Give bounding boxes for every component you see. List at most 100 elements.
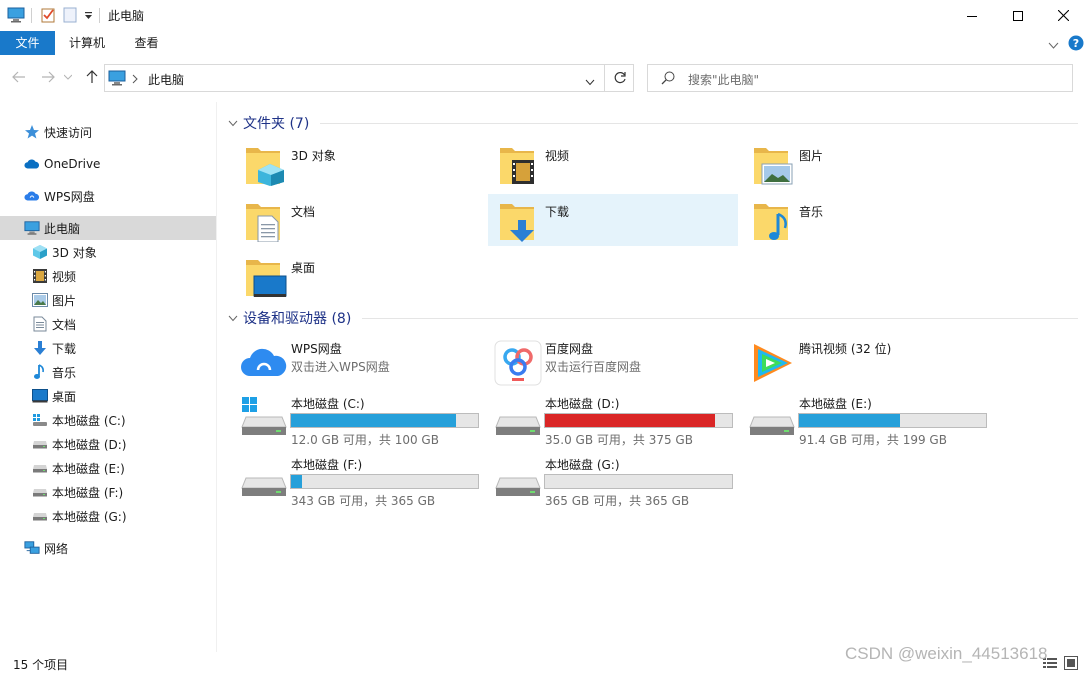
svg-text:?: ? (1073, 37, 1079, 50)
folder-item[interactable]: 音乐 (742, 194, 992, 246)
drive-free-space: 91.4 GB 可用，共 199 GB (799, 433, 947, 447)
folders-group-header[interactable]: 文件夹 (7) (228, 113, 309, 133)
drive-name: 本地磁盘 (E:) (799, 397, 872, 411)
up-button[interactable] (82, 67, 102, 87)
cube-icon (32, 244, 48, 260)
tab-computer[interactable]: 计算机 (55, 31, 119, 55)
recent-locations-button[interactable] (62, 67, 74, 87)
folder-item[interactable]: 图片 (742, 138, 992, 190)
window-title: 此电脑 (108, 9, 145, 23)
breadcrumb[interactable]: 此电脑 (148, 71, 184, 88)
network-icon (24, 540, 40, 556)
devices-group-title: 设备和驱动器 (8) (243, 311, 352, 327)
tencent-video-icon (748, 340, 796, 386)
sidebar-item[interactable]: 桌面 (0, 384, 216, 408)
app-subtitle: 双击进入WPS网盘 (291, 360, 390, 374)
breadcrumb-chevron-icon[interactable] (132, 73, 138, 87)
close-button[interactable] (1041, 0, 1085, 31)
group-divider (362, 318, 1078, 319)
sidebar-item-label: 快速访问 (44, 125, 93, 140)
customize-toolbar-icon[interactable] (84, 10, 93, 24)
sidebar-item[interactable]: OneDrive (0, 152, 216, 176)
sidebar-item-label: 本地磁盘 (C:) (52, 413, 126, 428)
back-button[interactable] (9, 67, 29, 87)
sidebar-item[interactable]: 此电脑 (0, 216, 216, 240)
sidebar-item[interactable]: 3D 对象 (0, 240, 216, 264)
search-input[interactable]: 搜索"此电脑" (688, 71, 759, 88)
expand-ribbon-icon[interactable] (1048, 39, 1059, 53)
folder-item[interactable]: 3D 对象 (234, 138, 484, 190)
sidebar-item[interactable]: 视频 (0, 264, 216, 288)
folder-name: 图片 (799, 149, 824, 163)
sidebar-item[interactable]: 文档 (0, 312, 216, 336)
refresh-icon[interactable] (613, 71, 627, 88)
folder-item[interactable]: 视频 (488, 138, 738, 190)
drive-icon (494, 395, 542, 441)
folder-item[interactable]: 下载 (488, 194, 738, 246)
tab-view[interactable]: 查看 (119, 31, 174, 55)
wps-cloud-icon (24, 188, 40, 204)
music-folder-icon (752, 200, 796, 242)
sidebar-item[interactable]: 下载 (0, 336, 216, 360)
minimize-button[interactable] (949, 0, 995, 31)
app-shortcut[interactable]: 百度网盘 双击运行百度网盘 (494, 336, 744, 392)
sidebar-item-label: 文档 (52, 317, 77, 332)
sidebar-item[interactable]: 本地磁盘 (D:) (0, 432, 216, 456)
drive-usage-fill (291, 475, 303, 488)
collapse-chevron-icon[interactable] (228, 120, 240, 127)
sidebar-item[interactable]: 图片 (0, 288, 216, 312)
sidebar-item[interactable]: 本地磁盘 (G:) (0, 504, 216, 528)
sidebar-item-label: 此电脑 (44, 221, 81, 236)
drive-item[interactable]: 本地磁盘 (D:) 35.0 GB 可用，共 375 GB (494, 391, 744, 447)
sidebar-item[interactable]: 网络 (0, 536, 216, 560)
toolbar-separator (31, 8, 32, 23)
collapse-chevron-icon[interactable] (228, 315, 240, 322)
document-folder-icon (244, 200, 288, 243)
search-box[interactable]: 搜索"此电脑" (647, 64, 1073, 92)
title-bar: 此电脑 (0, 0, 1085, 31)
folder-item[interactable]: 桌面 (234, 250, 484, 302)
drive-usage-fill (545, 414, 715, 427)
navigation-pane: 快速访问 OneDrive WPS网盘此电脑 3D 对象 视频 图片文档下载 音乐 桌面本地磁… (0, 102, 217, 652)
forward-button[interactable] (38, 67, 58, 87)
windows-drive-icon (32, 412, 48, 428)
drive-usage-bar (544, 413, 733, 428)
sidebar-item-label: 本地磁盘 (D:) (52, 437, 127, 452)
baidu-netdisk-icon (494, 340, 542, 386)
devices-group-header[interactable]: 设备和驱动器 (8) (228, 308, 351, 328)
sidebar-item[interactable]: WPS网盘 (0, 184, 216, 208)
maximize-button[interactable] (995, 0, 1041, 31)
properties-icon[interactable] (40, 7, 56, 26)
sidebar-item-label: 本地磁盘 (F:) (52, 485, 124, 500)
help-icon[interactable]: ? (1068, 35, 1084, 54)
desktop-folder-icon (244, 256, 288, 298)
large-icons-view-icon[interactable] (1064, 656, 1078, 673)
cloud-icon (24, 156, 40, 172)
sidebar-item-label: WPS网盘 (44, 189, 95, 204)
new-folder-icon[interactable] (62, 7, 78, 26)
download-folder-icon (498, 200, 542, 242)
app-shortcut[interactable]: WPS网盘 双击进入WPS网盘 (240, 336, 490, 392)
drive-item[interactable]: 本地磁盘 (C:) 12.0 GB 可用，共 100 GB (240, 391, 490, 447)
folder-item[interactable]: 文档 (234, 194, 484, 246)
drive-item[interactable]: 本地磁盘 (G:) 365 GB 可用，共 365 GB (494, 452, 744, 508)
drive-name: 本地磁盘 (F:) (291, 458, 363, 472)
sidebar-item[interactable]: 本地磁盘 (E:) (0, 456, 216, 480)
folder-name: 下载 (545, 205, 570, 219)
tab-file[interactable]: 文件 (0, 31, 55, 55)
sidebar-item[interactable]: 本地磁盘 (C:) (0, 408, 216, 432)
sidebar-item[interactable]: 快速访问 (0, 120, 216, 144)
watermark: CSDN @weixin_44513618 (845, 644, 1048, 663)
download-icon (32, 340, 48, 356)
app-shortcut[interactable]: 腾讯视频 (32 位) (748, 336, 998, 392)
address-dropdown-icon[interactable] (585, 75, 595, 89)
sidebar-item[interactable]: 本地磁盘 (F:) (0, 480, 216, 504)
group-divider (320, 123, 1078, 124)
sidebar-item[interactable]: 音乐 (0, 360, 216, 384)
document-icon (32, 316, 48, 332)
drive-item[interactable]: 本地磁盘 (E:) 91.4 GB 可用，共 199 GB (748, 391, 998, 447)
address-bar[interactable]: 此电脑 (104, 64, 634, 92)
computer-icon (7, 7, 25, 26)
back-arrow-icon (12, 71, 25, 83)
drive-item[interactable]: 本地磁盘 (F:) 343 GB 可用，共 365 GB (240, 452, 490, 508)
